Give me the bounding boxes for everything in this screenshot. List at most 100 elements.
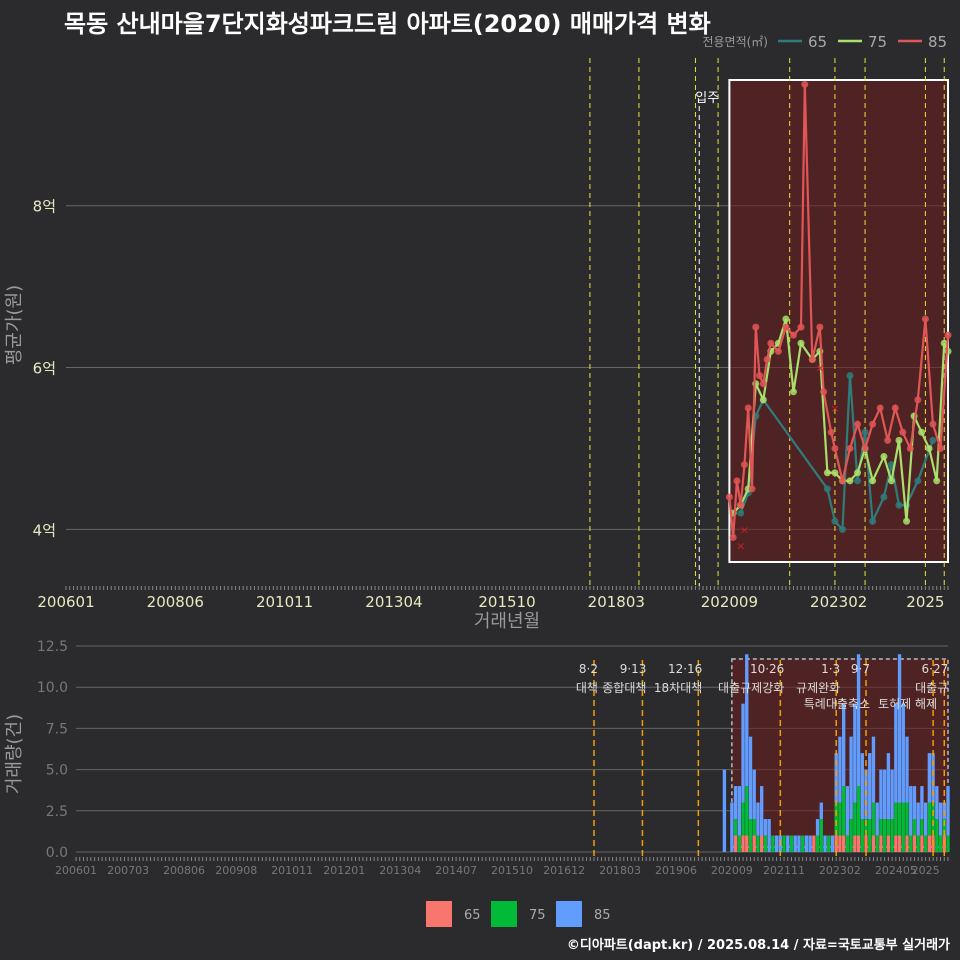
volume-bar-85 bbox=[875, 802, 879, 836]
volume-bar-65 bbox=[812, 835, 816, 852]
data-point-85 bbox=[782, 323, 790, 331]
volume-bar-75 bbox=[916, 835, 920, 852]
volume-bar-75 bbox=[741, 802, 745, 836]
volume-bar-85 bbox=[774, 835, 779, 852]
volume-bar-85 bbox=[819, 802, 823, 820]
volume-bar-75 bbox=[756, 835, 760, 852]
bar-y-tick-label: 12.5 bbox=[37, 639, 68, 655]
bar-x-tick-label: 200703 bbox=[107, 864, 149, 877]
data-point-85 bbox=[846, 444, 854, 452]
data-point-65 bbox=[880, 493, 888, 501]
volume-bar-85 bbox=[901, 703, 905, 803]
volume-bar-85 bbox=[871, 736, 876, 803]
bar-y-tick-label: 2.5 bbox=[46, 804, 68, 820]
data-point-85 bbox=[944, 331, 952, 339]
data-point-85 bbox=[756, 372, 764, 380]
volume-bar-75 bbox=[946, 835, 950, 852]
bar-x-tick-label: 202302 bbox=[819, 864, 861, 877]
volume-bar-75 bbox=[745, 786, 749, 836]
volume-bar-85 bbox=[745, 654, 749, 787]
data-point-65 bbox=[854, 477, 862, 485]
volume-bar-85 bbox=[763, 819, 768, 836]
data-point-85 bbox=[774, 347, 782, 355]
policy-date-label: 12·16 bbox=[668, 662, 702, 676]
volume-bar-85 bbox=[886, 753, 891, 820]
bar-x-tick-label: 201906 bbox=[655, 864, 697, 877]
data-point-85 bbox=[929, 420, 937, 428]
bar-y-tick-label: 7.5 bbox=[46, 721, 68, 737]
bar-x-tick-label: 201510 bbox=[491, 864, 533, 877]
volume-bar-85 bbox=[938, 802, 943, 836]
highlight-box bbox=[728, 79, 950, 563]
data-point-85 bbox=[820, 388, 828, 396]
volume-bar-85 bbox=[793, 835, 797, 852]
volume-bar-65 bbox=[745, 835, 749, 852]
volume-bar-75 bbox=[897, 802, 902, 836]
volume-bar-85 bbox=[838, 736, 842, 803]
volume-bar-65 bbox=[927, 835, 932, 852]
volume-bar-65 bbox=[897, 835, 902, 852]
data-point-85 bbox=[725, 493, 733, 501]
bar-x-tick-label: 201304 bbox=[379, 864, 421, 877]
data-point-85 bbox=[816, 323, 824, 331]
volume-bar-75 bbox=[845, 835, 850, 852]
data-point-75 bbox=[831, 469, 839, 477]
volume-bar-85 bbox=[759, 786, 764, 836]
volume-bar-85 bbox=[868, 753, 872, 820]
cancelled-mark: × bbox=[815, 362, 824, 375]
volume-bar-75 bbox=[782, 835, 786, 852]
data-point-75 bbox=[925, 444, 933, 452]
cancelled-mark: × bbox=[830, 402, 839, 415]
volume-bar-75 bbox=[819, 819, 823, 852]
volume-bar-75 bbox=[771, 835, 775, 852]
volume-bar-75 bbox=[815, 835, 820, 852]
data-point-85 bbox=[831, 444, 839, 452]
volume-bar-85 bbox=[815, 819, 820, 836]
policy-date-label: 9·7 bbox=[851, 662, 870, 676]
volume-bar-85 bbox=[882, 769, 887, 820]
data-point-85 bbox=[884, 436, 892, 444]
volume-bar-65 bbox=[871, 835, 876, 852]
bar-x-tick-label: 200908 bbox=[215, 864, 257, 877]
volume-bar-75 bbox=[912, 819, 917, 836]
volume-bar-75 bbox=[920, 819, 924, 836]
volume-bar-85 bbox=[935, 786, 939, 820]
volume-bar-65 bbox=[912, 835, 917, 852]
volume-bar-85 bbox=[916, 802, 920, 836]
volume-bar-75 bbox=[733, 819, 738, 836]
x-tick-label: 2025 bbox=[906, 593, 944, 611]
bar-y-tick-label: 5.0 bbox=[46, 763, 68, 779]
bar-x-tick-label: 201612 bbox=[543, 864, 585, 877]
chart-svg: 4억 6억 8억 입주 200601 200806 201011 201304 201510 20… bbox=[4, 33, 952, 927]
volume-bar-85 bbox=[741, 703, 745, 803]
data-point-75 bbox=[887, 477, 895, 485]
data-point-85 bbox=[740, 461, 748, 469]
bar-x-tick-label: 2025 bbox=[912, 864, 940, 877]
volume-bar-85 bbox=[808, 835, 812, 852]
volume-bar-75 bbox=[860, 819, 864, 852]
y-axis-title: 평균가(원) bbox=[4, 285, 25, 365]
data-point-65 bbox=[846, 372, 854, 380]
data-point-85 bbox=[752, 323, 760, 331]
volume-bar-85 bbox=[946, 786, 950, 836]
bar-legend-swatch-75 bbox=[491, 901, 517, 927]
data-point-75 bbox=[903, 517, 911, 525]
volume-bar-85 bbox=[756, 802, 760, 836]
volume-bar-85 bbox=[797, 835, 801, 852]
bar-y-axis-title: 거래량(건) bbox=[4, 714, 25, 794]
data-point-65 bbox=[914, 477, 922, 485]
policy-name-label: 특례대출축소 bbox=[804, 697, 870, 711]
volume-bar-85 bbox=[920, 786, 924, 820]
bar-legend-label-65: 65 bbox=[464, 908, 481, 923]
cancelled-mark: × bbox=[736, 540, 745, 553]
volume-bar-85 bbox=[909, 786, 913, 836]
bar-x-tick-label: 201201 bbox=[323, 864, 365, 877]
data-point-85 bbox=[854, 420, 862, 428]
bar-x-tick-label: 201011 bbox=[271, 864, 313, 877]
x-tick-label: 200806 bbox=[147, 593, 204, 611]
volume-bar-85 bbox=[860, 753, 864, 820]
data-point-75 bbox=[846, 477, 854, 485]
data-point-75 bbox=[933, 477, 941, 485]
policy-name-label: 대책 bbox=[576, 680, 598, 695]
data-point-65 bbox=[895, 501, 903, 509]
